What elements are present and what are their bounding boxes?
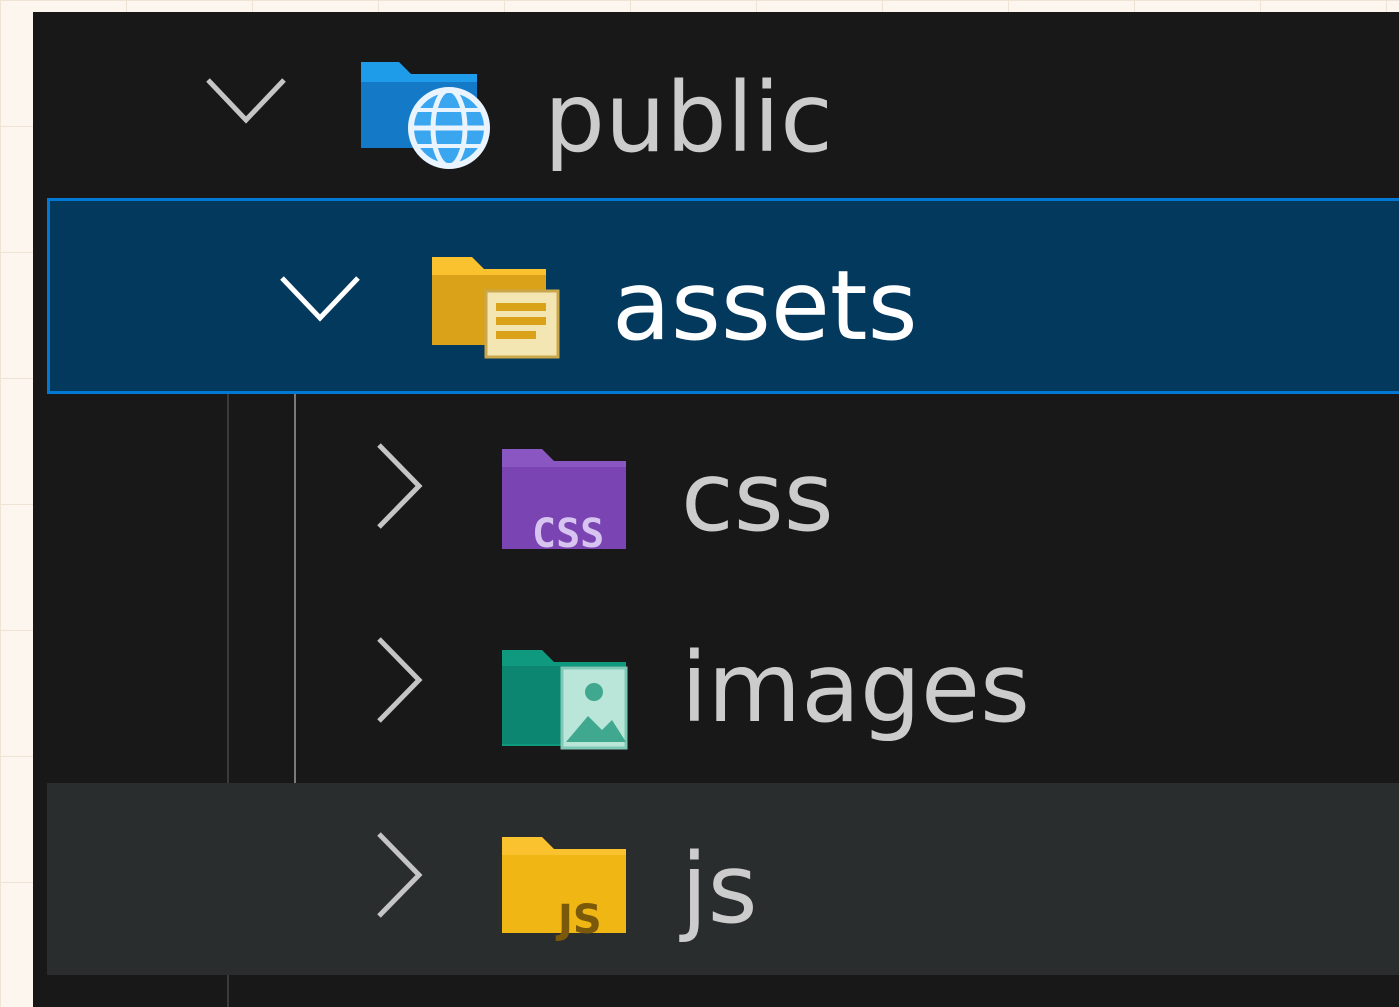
tree-item-label: public	[544, 62, 833, 174]
tree-item-js[interactable]: JS js	[47, 783, 1399, 975]
tree-item-label: css	[681, 441, 834, 553]
folder-images-icon	[500, 638, 634, 750]
css-badge-text: CSS	[532, 511, 604, 557]
tree-item-public[interactable]: public	[47, 12, 1399, 200]
tree-item-css[interactable]: CSS css	[47, 395, 1399, 590]
tree-item-images[interactable]: images	[47, 590, 1399, 783]
tree-item-assets[interactable]: assets	[47, 198, 1399, 394]
folder-js-icon: JS	[500, 831, 634, 943]
folder-public-icon	[357, 48, 491, 170]
chevron-right-icon[interactable]	[373, 635, 427, 725]
folder-assets-icon	[430, 247, 566, 363]
tree-item-label: images	[681, 632, 1031, 744]
folder-css-icon: CSS	[500, 443, 634, 557]
js-badge-text: JS	[555, 897, 602, 943]
chevron-down-icon[interactable]	[204, 74, 288, 128]
tree-item-label: assets	[612, 250, 918, 362]
file-explorer-tree: public assets CSS css images JS js	[33, 12, 1399, 1007]
chevron-right-icon[interactable]	[373, 830, 427, 920]
tree-item-label: js	[681, 833, 758, 945]
chevron-right-icon[interactable]	[373, 441, 427, 531]
chevron-down-icon[interactable]	[278, 272, 362, 326]
